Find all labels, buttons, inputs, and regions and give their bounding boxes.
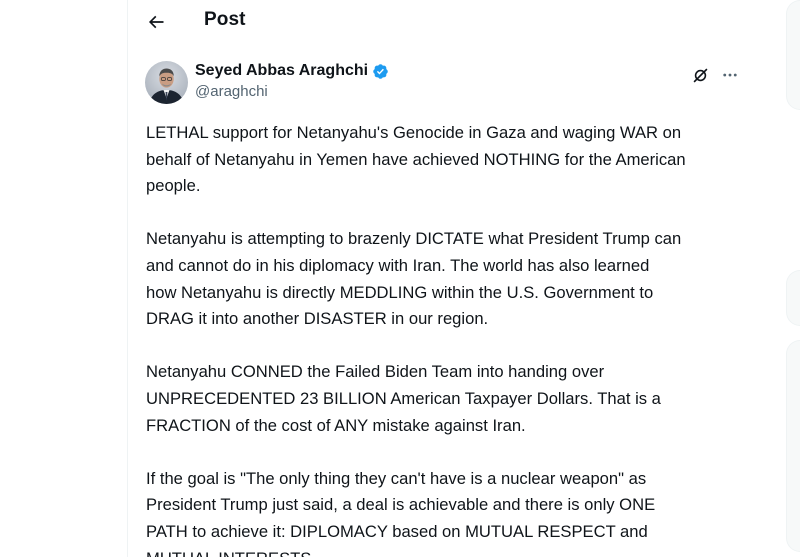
verified-badge-icon	[373, 63, 388, 79]
back-button[interactable]	[141, 7, 171, 37]
author-name-block: Seyed Abbas Araghchi @araghchi	[195, 62, 389, 100]
grok-icon	[693, 68, 707, 82]
post-text-line: Netanyahu CONNED the Failed Biden Team i…	[146, 362, 605, 382]
post-text-line: PATH to achieve it: DIPLOMACY based on M…	[146, 521, 648, 541]
post-paragraph: If the goal is "The only thing they can'…	[146, 466, 746, 557]
sidebar-card	[786, 270, 800, 326]
post-text-line: Netanyahu is attempting to brazenly DICT…	[146, 229, 682, 249]
author-handle[interactable]: @araghchi	[195, 83, 389, 100]
arrow-left-icon	[148, 15, 164, 29]
post-text-line: MUTUAL INTERESTS.	[146, 546, 746, 557]
post-text-line: LETHAL support for Netanyahu's Genocide …	[146, 123, 682, 142]
page-title: Post	[204, 9, 246, 30]
avatar[interactable]	[145, 61, 188, 104]
sidebar-card	[786, 0, 800, 110]
author-display-name[interactable]: Seyed Abbas Araghchi	[195, 62, 389, 80]
post-paragraph: Netanyahu CONNED the Failed Biden Team i…	[146, 359, 746, 439]
post-header: Post	[128, 0, 776, 44]
post-text-line: behalf of Netanyahu in Yemen have achiev…	[146, 149, 686, 169]
post-text-line: how Netanyahu is directly MEDDLING withi…	[146, 282, 654, 302]
post-text-line: If the goal is "The only thing they can'…	[146, 468, 647, 488]
post-detail-column: Post Seyed Abbas Araghchi @araghchi LETH…	[127, 0, 777, 557]
more-horizontal-icon	[723, 73, 737, 77]
post-text-line: and cannot do in his diplomacy with Iran…	[146, 255, 650, 275]
sidebar-card	[786, 340, 800, 552]
post-text-line: FRACTION of the cost of ANY mistake agai…	[146, 415, 526, 435]
post-text-line: President Trump just said, a deal is ach…	[146, 495, 656, 515]
post-paragraph: Netanyahu is attempting to brazenly DICT…	[146, 226, 746, 332]
grok-button[interactable]	[688, 63, 712, 87]
post-author-row: Seyed Abbas Araghchi @araghchi	[128, 58, 776, 108]
author-display-name-text: Seyed Abbas Araghchi	[195, 62, 369, 79]
post-text: LETHAL support for Netanyahu's Genocide …	[146, 120, 746, 557]
more-options-button[interactable]	[718, 63, 742, 87]
page: Post Seyed Abbas Araghchi @araghchi LETH…	[0, 0, 800, 557]
post-text-line: DRAG it into another DISASTER in our reg…	[146, 309, 489, 329]
post-text-line: UNPRECEDENTED 23 BILLION American Taxpay…	[146, 388, 661, 408]
post-text-line: people.	[146, 176, 201, 196]
post-paragraph: LETHAL support for Netanyahu's Genocide …	[146, 120, 746, 200]
